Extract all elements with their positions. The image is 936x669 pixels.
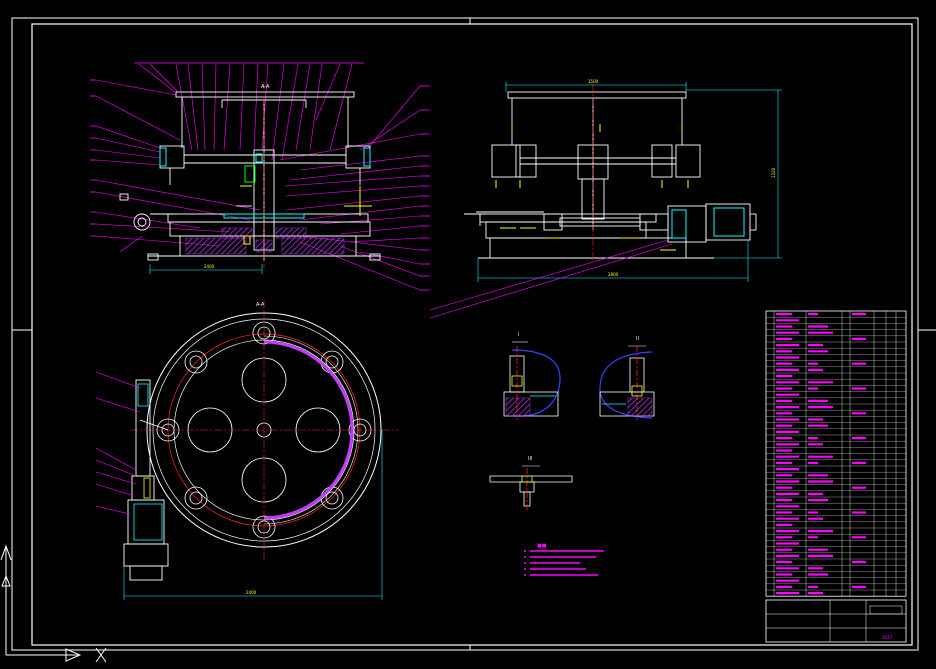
plan-leaders [95, 371, 141, 515]
front-hatching [185, 227, 345, 255]
plan-drive [123, 379, 169, 581]
side-height-dimension: 1320 [771, 167, 776, 178]
title-block-number: 2017 [882, 635, 893, 640]
cad-drawing: 2400 A-A 1500 1320 2800 A-A 2400 I II II… [0, 17, 936, 663]
right-balloon-ticks [420, 85, 430, 291]
side-body [464, 91, 757, 259]
front-section-view: 2400 A-A [90, 62, 430, 291]
side-top-dimension: 1500 [588, 79, 599, 84]
side-view: 1500 1320 2800 [429, 79, 782, 319]
side-dimensions [477, 82, 782, 282]
svg-text:■■: ■■ [537, 543, 547, 549]
side-details [495, 124, 745, 251]
ucs-arrow-icon [6, 648, 82, 662]
plan-dimension-label: 2400 [246, 590, 257, 595]
front-dimension-label: 2400 [204, 264, 215, 269]
plan-centerlines [130, 300, 398, 560]
detail-label-3: III [528, 456, 532, 462]
plan-view: A-A 2400 [95, 300, 398, 600]
parts-list [765, 310, 907, 597]
side-width-dimension: 2800 [608, 272, 619, 277]
detail-3 [489, 468, 573, 512]
detail-label-2: II [636, 336, 639, 342]
detail-label-1: I [518, 332, 519, 338]
side-leaders [429, 239, 673, 319]
section-label-bottom: A-A [256, 302, 265, 308]
detail-views: I II III [489, 332, 655, 512]
title-block: 2017 [765, 599, 907, 643]
left-balloon-ticks [90, 79, 96, 237]
technical-notes: ■■ [524, 543, 604, 576]
section-label-top: A-A [261, 84, 270, 90]
plan-dimension [123, 430, 383, 600]
